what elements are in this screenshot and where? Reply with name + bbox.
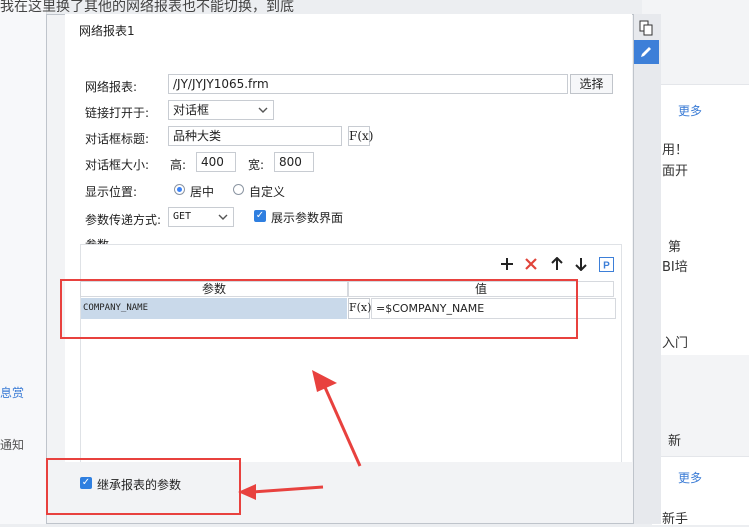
annotation-arrows bbox=[238, 370, 362, 500]
annotation-arrowhead-left bbox=[238, 484, 256, 500]
annotation-arrow-up bbox=[322, 384, 362, 467]
annotation-arrow-left bbox=[251, 485, 324, 494]
